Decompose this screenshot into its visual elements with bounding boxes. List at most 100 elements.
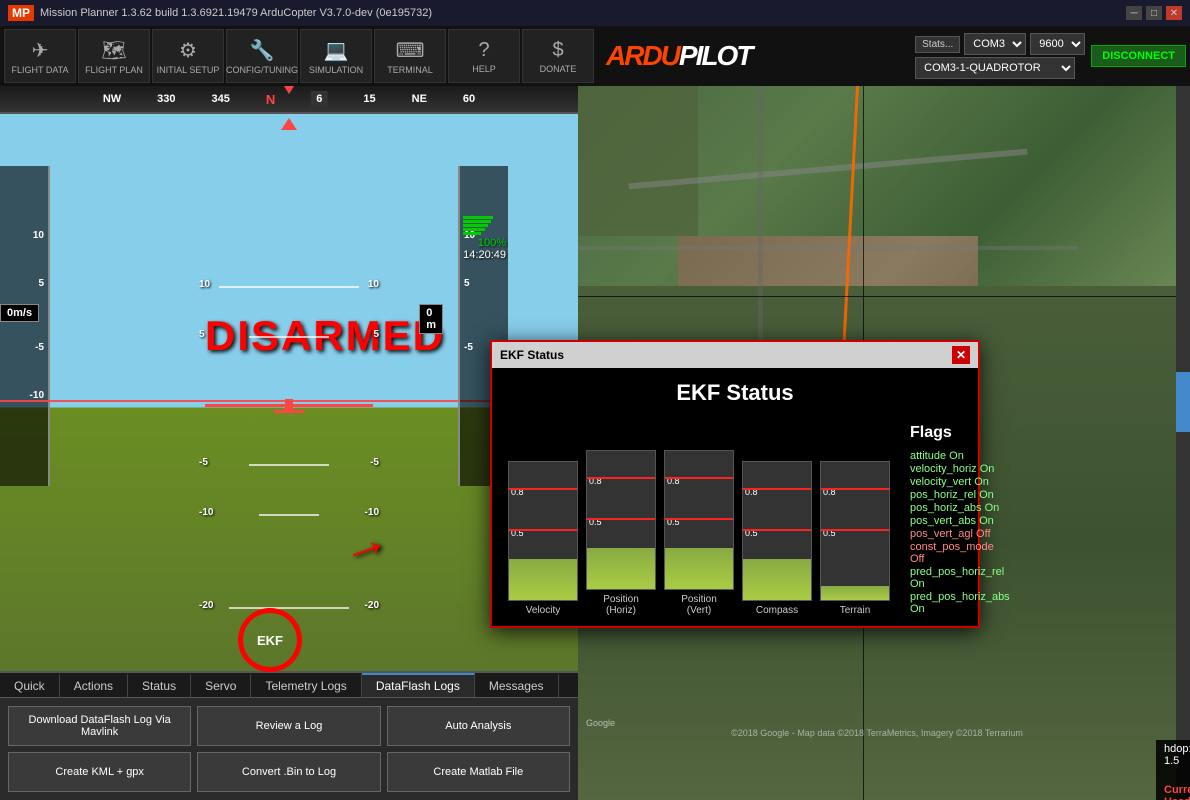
flight-data-label: FLIGHT DATA xyxy=(11,65,68,75)
compass-345: 345 xyxy=(212,93,230,105)
convert-bin-button[interactable]: Convert .Bin to Log xyxy=(197,752,380,792)
ekf-flags-title: Flags xyxy=(910,424,1010,442)
toolbar-config-tuning[interactable]: 🔧 CONFIG/TUNING xyxy=(226,29,298,83)
ekf-bar-compass-wrap: 0.8 0.5 xyxy=(742,461,812,601)
battery-bars xyxy=(463,216,506,235)
ekf-indicator[interactable]: EKF xyxy=(240,610,300,670)
compass-60: 60 xyxy=(463,93,475,105)
compass-6: 6 xyxy=(311,91,327,107)
map-bottom-bar: hdop: 1.5 Sats: 7 Current Heading | Dire… xyxy=(1156,740,1190,800)
ekf-bar-pos-vert: 0.8 0.5 Position(Vert) xyxy=(664,450,734,616)
baud-rate-select[interactable]: 9600 xyxy=(1030,33,1085,55)
compass-strip: NW 330 345 N 6 15 NE 60 xyxy=(0,86,578,114)
ekf-label-terrain: Terrain xyxy=(840,605,871,616)
dataflash-content: Download DataFlash Log Via Mavlink Revie… xyxy=(0,698,578,800)
ekf-heading: EKF Status xyxy=(492,368,978,414)
create-matlab-button[interactable]: Create Matlab File xyxy=(387,752,570,792)
ekf-label-pos-horiz: Position(Horiz) xyxy=(603,594,639,616)
toolbar-terminal[interactable]: ⌨ TERMINAL xyxy=(374,29,446,83)
tab-dataflash-logs[interactable]: DataFlash Logs xyxy=(362,673,475,697)
simulation-label: SIMULATION xyxy=(309,65,363,75)
ekf-label: EKF xyxy=(257,633,283,648)
app-logo: MP xyxy=(8,5,34,21)
ekf-close-button[interactable]: ✕ xyxy=(952,346,970,364)
ekf-modal-title: EKF Status xyxy=(500,348,564,362)
toolbar-flight-data[interactable]: ✈ FLIGHT DATA xyxy=(4,29,76,83)
battery-bar-2 xyxy=(463,220,491,223)
map-scrollbar[interactable] xyxy=(1176,86,1190,800)
ekf-flag-pred-horiz-abs: pred_pos_horiz_abs On xyxy=(910,591,1010,615)
auto-analysis-button[interactable]: Auto Analysis xyxy=(387,706,570,746)
tab-messages[interactable]: Messages xyxy=(475,673,559,697)
ekf-modal: EKF Status ✕ EKF Status 0.8 0.5 Velocity… xyxy=(490,340,980,628)
toolbar-flight-plan[interactable]: 🗺 FLIGHT PLAN xyxy=(78,29,150,83)
pitch-num-left-neg5: -5 xyxy=(199,457,208,468)
heading-row: Current Heading | Direct to current WP T… xyxy=(1156,770,1190,800)
minimize-button[interactable]: ─ xyxy=(1126,6,1142,20)
toolbar-donate[interactable]: $ DONATE xyxy=(522,29,594,83)
stats-button[interactable]: Stats... xyxy=(915,36,960,53)
tab-quick[interactable]: Quick xyxy=(0,673,60,697)
ekf-redline-08-te xyxy=(821,488,889,490)
pitch-line-neg5 xyxy=(249,464,329,466)
map-scrollbar-thumb[interactable] xyxy=(1176,372,1190,432)
ekf-flag-vel-vert: velocity_vert On xyxy=(910,476,1010,488)
ekf-bar-compass: 0.8 0.5 Compass xyxy=(742,461,812,616)
com-port-select[interactable]: COM3 xyxy=(964,33,1026,55)
ardupilot-logo: ARDUPILOT xyxy=(606,40,751,72)
pitch-num-right-10: 10 xyxy=(368,279,379,290)
crosshair-horizontal xyxy=(578,296,1190,297)
download-dataflash-button[interactable]: Download DataFlash Log Via Mavlink xyxy=(8,706,191,746)
window-buttons: ─ □ ✕ xyxy=(1126,6,1182,20)
ekf-bar-pos-vert-wrap: 0.8 0.5 xyxy=(664,450,734,590)
help-icon: ? xyxy=(478,39,489,62)
tab-servo[interactable]: Servo xyxy=(191,673,251,697)
speed-neg5: -5 xyxy=(35,342,44,353)
review-log-button[interactable]: Review a Log xyxy=(197,706,380,746)
compass-ne: NE xyxy=(412,93,427,105)
tab-telemetry-logs[interactable]: Telemetry Logs xyxy=(251,673,361,697)
toolbar-help[interactable]: ? HELP xyxy=(448,29,520,83)
create-kml-button[interactable]: Create KML + gpx xyxy=(8,752,191,792)
pitch-num-left-neg10: -10 xyxy=(199,507,213,518)
toolbar: ✈ FLIGHT DATA 🗺 FLIGHT PLAN ⚙ INITIAL SE… xyxy=(0,26,1190,86)
compass-pointer xyxy=(284,86,294,94)
ekf-flag-const-pos: const_pos_mode Off xyxy=(910,541,1010,565)
flight-data-icon: ✈ xyxy=(32,38,49,63)
pitch-num-right-neg5: -5 xyxy=(370,457,379,468)
config-tuning-icon: 🔧 xyxy=(250,38,275,63)
map-road-2 xyxy=(578,246,1078,250)
ekf-redline-08-ph xyxy=(587,477,655,479)
toolbar-initial-setup[interactable]: ⚙ INITIAL SETUP xyxy=(152,29,224,83)
ekf-redline-05-co xyxy=(743,529,811,531)
battery-time-display: 100% 14:20:49 xyxy=(463,216,506,261)
disconnect-button[interactable]: DISCONNECT xyxy=(1091,45,1186,67)
speed-box: 0m/s xyxy=(0,304,39,322)
stats-row: Stats... COM3 9600 xyxy=(915,33,1085,55)
map-region-3 xyxy=(578,86,698,236)
ekf-bar-fill-co xyxy=(743,559,811,600)
pitch-num-right-neg20: -20 xyxy=(365,600,379,611)
tabs-row: Quick Actions Status Servo Telemetry Log… xyxy=(0,673,578,698)
alt-box: 0 m xyxy=(419,304,443,334)
tab-status[interactable]: Status xyxy=(128,673,191,697)
compass-15: 15 xyxy=(363,93,375,105)
tab-actions[interactable]: Actions xyxy=(60,673,128,697)
stats-area: Stats... COM3 9600 COM3-1-QUADROTOR xyxy=(915,33,1085,79)
map-copyright: ©2018 Google - Map data ©2018 TerraMetri… xyxy=(578,728,1176,738)
toolbar-simulation[interactable]: 💻 SIMULATION xyxy=(300,29,372,83)
pitch-line-neg10 xyxy=(259,514,319,516)
ekf-bar-velocity-wrap: 0.8 0.5 xyxy=(508,461,578,601)
close-button[interactable]: ✕ xyxy=(1166,6,1182,20)
pitch-num-left-5: 5 xyxy=(199,329,205,340)
terminal-icon: ⌨ xyxy=(396,38,425,63)
donate-label: DONATE xyxy=(540,64,577,74)
alt-neg5: -5 xyxy=(464,342,473,353)
pitch-num-left-10: 10 xyxy=(199,279,210,290)
maximize-button[interactable]: □ xyxy=(1146,6,1162,20)
compass-nw: NW xyxy=(103,93,121,105)
ekf-flag-pos-vert-agl: pos_vert_agl Off xyxy=(910,528,1010,540)
ekf-bar-velocity: 0.8 0.5 Velocity xyxy=(508,461,578,616)
ekf-titlebar: EKF Status ✕ xyxy=(492,342,978,368)
vehicle-select[interactable]: COM3-1-QUADROTOR xyxy=(915,57,1075,79)
